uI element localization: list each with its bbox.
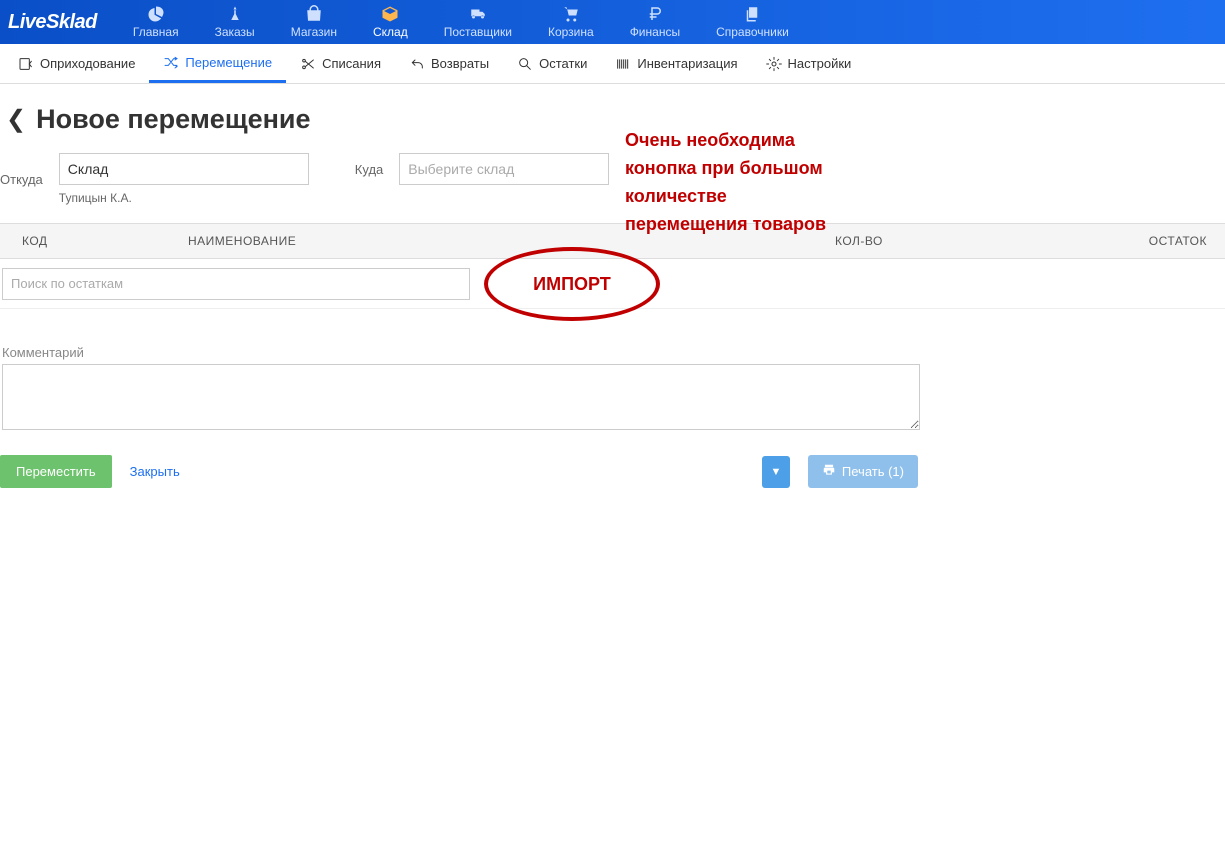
- page-header: ❮ Новое перемещение: [0, 84, 1225, 153]
- annotation-text: Очень необходимаконопка при большомколич…: [625, 127, 826, 239]
- nav-orders-label: Заказы: [215, 25, 255, 39]
- print-dropdown-button[interactable]: ▼: [762, 456, 790, 488]
- search-icon: [517, 56, 533, 72]
- from-input[interactable]: [59, 153, 309, 185]
- truck-icon: [468, 5, 488, 23]
- barcode-icon: [615, 56, 631, 72]
- tab-incoming-label: Оприходование: [40, 56, 135, 71]
- nav-home-label: Главная: [133, 25, 179, 39]
- copy-icon: [742, 5, 762, 23]
- nav-suppliers-label: Поставщики: [444, 25, 512, 39]
- tool-icon: [225, 5, 245, 23]
- import-annotation-label: ИМПОРТ: [533, 274, 611, 295]
- from-user-label: Тупицын К.А.: [59, 191, 309, 205]
- nav-finance-label: Финансы: [630, 25, 680, 39]
- printer-icon: [822, 463, 836, 480]
- comment-label: Комментарий: [2, 345, 1223, 360]
- tab-inventory-label: Инвентаризация: [637, 56, 737, 71]
- tab-bar: Оприходование Перемещение Списания Возвр…: [0, 44, 1225, 84]
- to-select[interactable]: [399, 153, 609, 185]
- search-input[interactable]: [2, 268, 470, 300]
- cut-icon: [300, 56, 316, 72]
- import-annotation-circle: ИМПОРТ: [484, 247, 660, 321]
- tab-inventory[interactable]: Инвентаризация: [601, 44, 751, 83]
- action-row: Переместить Закрыть ▼ Печать (1): [0, 455, 918, 488]
- gear-icon: [766, 56, 782, 72]
- tab-settings-label: Настройки: [788, 56, 852, 71]
- from-label: Откуда: [0, 172, 43, 187]
- print-button-label: Печать (1): [842, 464, 904, 479]
- nav-suppliers[interactable]: Поставщики: [426, 1, 530, 43]
- tab-incoming[interactable]: Оприходование: [4, 44, 149, 83]
- close-button[interactable]: Закрыть: [130, 464, 180, 479]
- transfer-form-row: Откуда Тупицын К.А. Куда Очень необходим…: [0, 153, 1225, 223]
- nav-shop[interactable]: Магазин: [273, 1, 355, 43]
- tab-writeoff-label: Списания: [322, 56, 381, 71]
- move-button[interactable]: Переместить: [0, 455, 112, 488]
- undo-icon: [409, 56, 425, 72]
- cart-icon: [561, 5, 581, 23]
- nav-orders[interactable]: Заказы: [197, 1, 273, 43]
- col-code: КОД: [0, 234, 188, 248]
- nav-finance[interactable]: Финансы: [612, 1, 698, 43]
- to-label: Куда: [355, 162, 383, 177]
- nav-refs[interactable]: Справочники: [698, 1, 807, 43]
- comment-textarea[interactable]: [2, 364, 920, 430]
- tab-settings[interactable]: Настройки: [752, 44, 866, 83]
- pie-icon: [146, 5, 166, 23]
- nav-refs-label: Справочники: [716, 25, 789, 39]
- tab-returns[interactable]: Возвраты: [395, 44, 503, 83]
- nav-shop-label: Магазин: [291, 25, 337, 39]
- table-body: ИМПОРТ: [0, 259, 1225, 309]
- comment-section: Комментарий: [0, 345, 1225, 435]
- in-icon: [18, 56, 34, 72]
- nav-warehouse[interactable]: Склад: [355, 1, 426, 43]
- print-button[interactable]: Печать (1): [808, 455, 918, 488]
- tab-writeoff[interactable]: Списания: [286, 44, 395, 83]
- box-icon: [380, 5, 400, 23]
- page-title: Новое перемещение: [36, 104, 310, 135]
- tab-stock[interactable]: Остатки: [503, 44, 601, 83]
- bag-icon: [304, 5, 324, 23]
- nav-home[interactable]: Главная: [115, 1, 197, 43]
- tab-returns-label: Возвраты: [431, 56, 489, 71]
- logo: LiveSklad: [8, 11, 97, 34]
- nav-cart-label: Корзина: [548, 25, 594, 39]
- ruble-icon: [645, 5, 665, 23]
- tab-stock-label: Остатки: [539, 56, 587, 71]
- back-arrow-icon[interactable]: ❮: [0, 105, 26, 134]
- top-navbar: LiveSklad Главная Заказы Магазин Склад П…: [0, 0, 1225, 44]
- tab-transfer-label: Перемещение: [185, 55, 272, 70]
- nav-warehouse-label: Склад: [373, 25, 408, 39]
- col-stock: ОСТАТОК: [1115, 234, 1225, 248]
- shuffle-icon: [163, 54, 179, 70]
- tab-transfer[interactable]: Перемещение: [149, 44, 286, 83]
- nav-cart[interactable]: Корзина: [530, 1, 612, 43]
- col-qty: КОЛ-ВО: [835, 234, 1115, 248]
